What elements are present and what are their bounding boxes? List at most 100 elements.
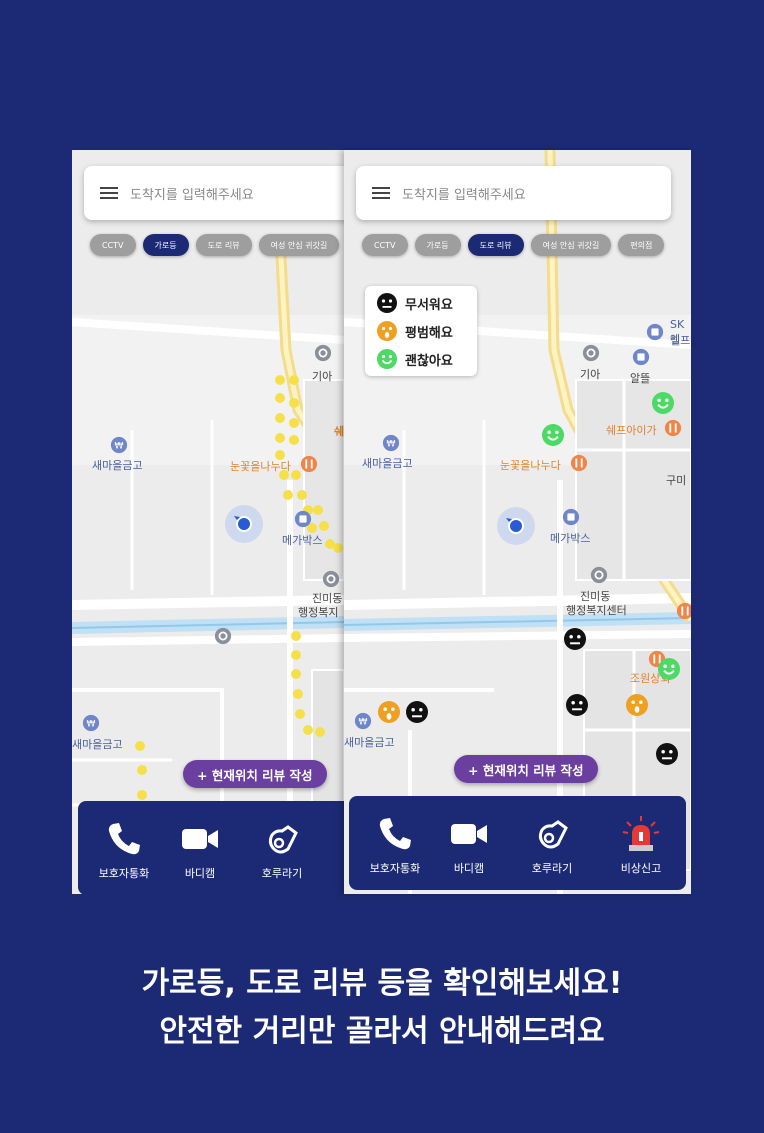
phone-icon [104, 819, 144, 859]
chip-road-review[interactable]: 도로 리뷰 [195, 234, 252, 256]
map-label-megabox: 메가박스 [550, 532, 591, 545]
scared-face-icon[interactable] [406, 701, 428, 723]
neutral-face-icon[interactable] [626, 694, 648, 716]
gray-place-pin-icon[interactable] [582, 344, 600, 362]
streetlight-marker[interactable] [137, 765, 147, 775]
search-placeholder: 도착지를 입력해주세요 [130, 187, 254, 203]
gray-place-pin-icon[interactable] [214, 627, 232, 645]
streetlight-marker[interactable] [315, 727, 325, 737]
filter-chips: CCTV 가로등 도로 리뷰 여성 안심 귀갓길 편의점 [362, 234, 665, 256]
whistle-button[interactable]: 호루라기 [242, 801, 322, 894]
chip-women-safe-route[interactable]: 여성 안심 귀갓길 [530, 234, 612, 256]
restaurant-pin-icon[interactable] [676, 602, 691, 620]
hamburger-menu-icon[interactable] [100, 187, 118, 199]
destination-search-bar[interactable]: 도착지를 입력해주세요 [84, 166, 344, 220]
streetlight-marker[interactable] [289, 375, 299, 385]
legend-label-scared: 무서워요 [405, 297, 453, 313]
restaurant-pin-icon[interactable] [300, 455, 318, 473]
promo-page: { "colors": {"background":"#1c2a76","act… [0, 0, 764, 1133]
streetlight-marker[interactable] [289, 418, 299, 428]
whistle-button[interactable]: 호루라기 [512, 796, 592, 890]
streetlight-marker[interactable] [275, 433, 285, 443]
emergency-report-label: 비상신고 [620, 862, 662, 875]
bodycam-button[interactable]: 바디캠 [429, 796, 509, 890]
streetlight-marker[interactable] [291, 669, 301, 679]
streetlight-marker[interactable] [319, 521, 329, 531]
gas-station-pin-icon[interactable] [632, 348, 650, 366]
streetlight-marker[interactable] [293, 689, 303, 699]
chip-streetlight[interactable]: 가로등 [142, 234, 189, 256]
streetlight-marker[interactable] [313, 505, 323, 515]
legend-row-okay: 괜찮아요 [377, 348, 453, 370]
map-label-saemaeul: 새마을금고 [92, 459, 143, 472]
chip-cctv[interactable]: CCTV [90, 234, 136, 256]
map-label-admin-center: 행정복지 [298, 606, 339, 619]
streetlight-marker[interactable] [291, 631, 301, 641]
scared-face-icon[interactable] [566, 694, 588, 716]
bank-pin-icon[interactable] [382, 434, 400, 452]
map-label-saemaeul: 새마을금고 [362, 457, 413, 470]
video-camera-icon [180, 819, 220, 859]
chip-streetlight[interactable]: 가로등 [414, 234, 461, 256]
guardian-call-button[interactable]: 보호자통화 [355, 796, 435, 890]
chip-convenience-store[interactable]: 편의점 [618, 234, 665, 256]
bodycam-button[interactable]: 바디캠 [160, 801, 240, 894]
map-label-chefai: 쉐프아이가 [606, 424, 657, 437]
guardian-call-button[interactable]: 보호자통화 [84, 801, 164, 894]
smile-face-icon[interactable] [542, 424, 564, 446]
cinema-pin-icon[interactable] [562, 508, 580, 526]
gas-station-pin-icon[interactable] [646, 323, 664, 341]
streetlight-marker[interactable] [283, 490, 293, 500]
streetlight-marker[interactable] [275, 413, 285, 423]
streetlight-marker[interactable] [289, 435, 299, 445]
bank-pin-icon[interactable] [110, 436, 128, 454]
whistle-icon [532, 814, 572, 854]
write-review-button[interactable]: + 현재위치 리뷰 작성 [183, 760, 327, 788]
gray-place-pin-icon[interactable] [314, 344, 332, 362]
chip-women-safe-route[interactable]: 여성 안심 귀갓길 [258, 234, 340, 256]
map-label-admin-center: 행정복지센터 [566, 604, 627, 617]
scared-face-icon[interactable] [656, 743, 678, 765]
streetlight-marker[interactable] [275, 375, 285, 385]
streetlight-marker[interactable] [135, 741, 145, 751]
government-pin-icon[interactable] [590, 566, 608, 584]
streetlight-marker[interactable] [333, 543, 343, 553]
caption-line-2: 안전한 거리만 골라서 안내해드려요 [159, 1014, 605, 1049]
restaurant-pin-icon[interactable] [570, 454, 588, 472]
destination-search-bar[interactable]: 도착지를 입력해주세요 [356, 166, 671, 220]
chip-road-review[interactable]: 도로 리뷰 [467, 234, 524, 256]
bank-pin-icon[interactable] [82, 714, 100, 732]
guardian-call-label: 보호자통화 [369, 862, 421, 875]
map-label-kia: 기아 [580, 368, 601, 381]
neutral-face-icon[interactable] [378, 701, 400, 723]
legend-label-okay: 괜찮아요 [405, 353, 453, 369]
smile-face-icon[interactable] [652, 392, 674, 414]
smile-face-icon[interactable] [658, 658, 680, 680]
chip-cctv[interactable]: CCTV [362, 234, 408, 256]
government-pin-icon[interactable] [322, 570, 340, 588]
streetlight-marker[interactable] [291, 650, 301, 660]
map-label-swe: 쉐 [334, 425, 344, 438]
write-review-button[interactable]: + 현재위치 리뷰 작성 [454, 755, 598, 783]
neutral-face-icon [377, 321, 397, 341]
emergency-report-button[interactable]: 비상신고 [601, 796, 681, 890]
streetlight-marker[interactable] [295, 709, 305, 719]
search-placeholder: 도착지를 입력해주세요 [402, 187, 526, 203]
streetlight-marker[interactable] [137, 790, 147, 800]
streetlight-marker[interactable] [289, 398, 299, 408]
scared-face-icon[interactable] [564, 628, 586, 650]
caption-line-1: 가로등, 도로 리뷰 등을 확인해보세요! [141, 966, 623, 1001]
smile-face-icon [377, 349, 397, 369]
streetlight-marker[interactable] [303, 725, 313, 735]
map-label-nunkkot: 눈꽃을나누다 [230, 460, 291, 473]
streetlight-marker[interactable] [275, 393, 285, 403]
streetlight-marker[interactable] [297, 490, 307, 500]
cinema-pin-icon[interactable] [294, 510, 312, 528]
legend-label-neutral: 평범해요 [405, 325, 453, 341]
restaurant-pin-icon[interactable] [664, 419, 682, 437]
bodycam-label: 바디캠 [453, 862, 485, 875]
legend-row-neutral: 평범해요 [377, 320, 453, 342]
legend-row-scared: 무서워요 [377, 292, 453, 314]
hamburger-menu-icon[interactable] [372, 187, 390, 199]
bank-pin-icon[interactable] [354, 712, 372, 730]
